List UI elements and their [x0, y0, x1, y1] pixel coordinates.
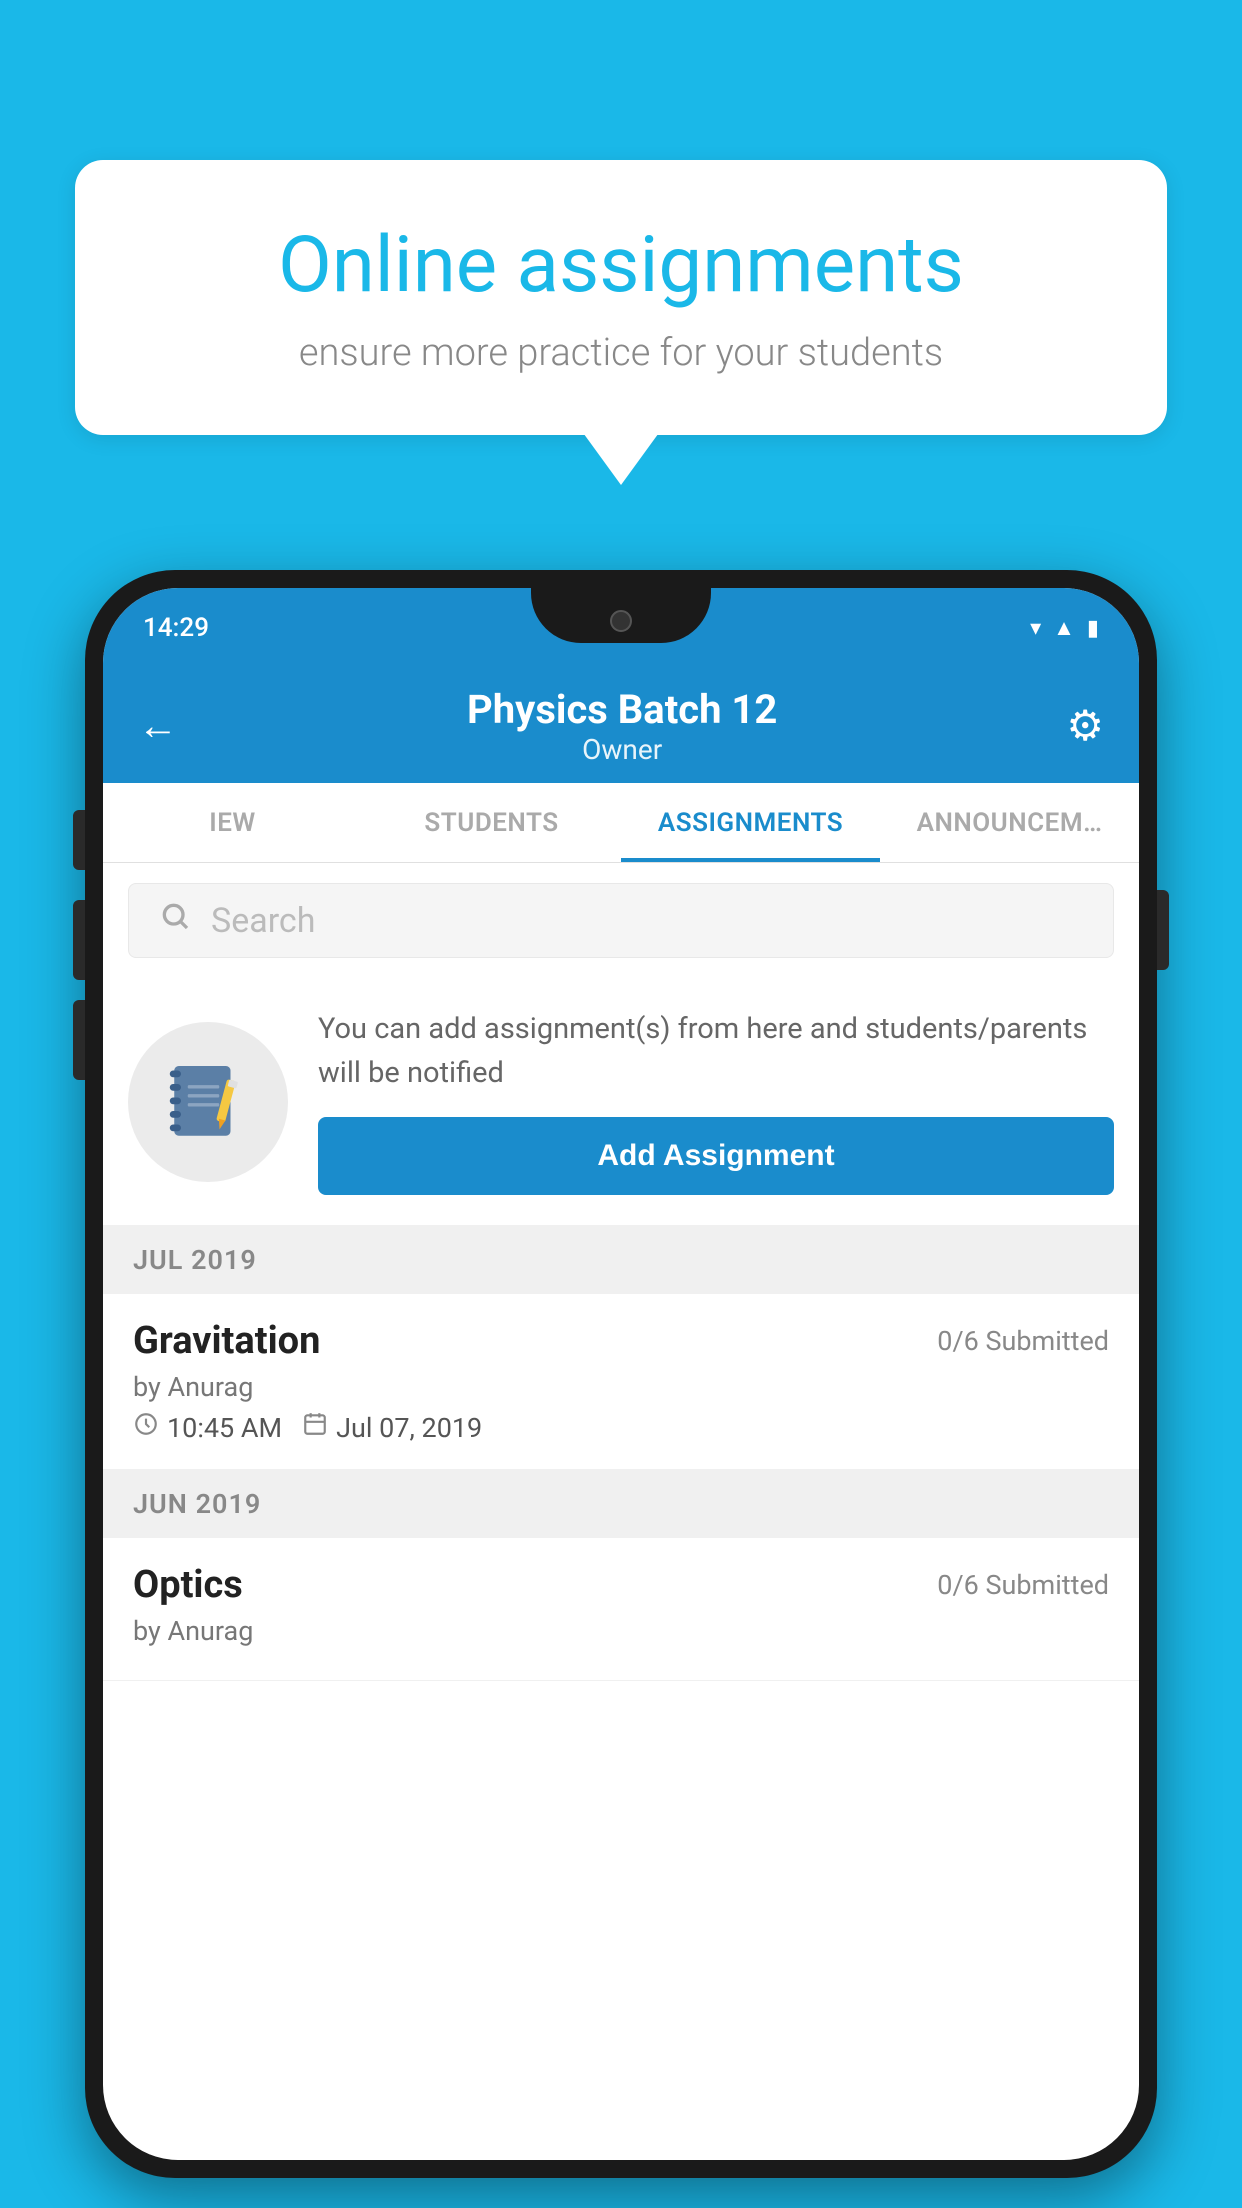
tab-assignments[interactable]: ASSIGNMENTS — [621, 783, 880, 862]
wifi-icon: ▾ — [1030, 616, 1041, 641]
phone-outer: 14:29 ▾ ▲ ▮ ← Physics Batch 12 — [85, 570, 1157, 2178]
assignment-name-optics: Optics — [133, 1563, 243, 1607]
app-header: ← Physics Batch 12 Owner ⚙ — [103, 668, 1139, 783]
volume-up-button — [73, 810, 85, 870]
add-assignment-button[interactable]: Add Assignment — [318, 1117, 1114, 1195]
section-header-jun: JUN 2019 — [103, 1470, 1139, 1538]
assignment-by: by Anurag — [133, 1371, 1109, 1403]
search-bar[interactable]: Search — [128, 883, 1114, 958]
phone-screen: 14:29 ▾ ▲ ▮ ← Physics Batch 12 — [103, 588, 1139, 2160]
tab-announcements[interactable]: ANNOUNCEM… — [880, 783, 1139, 862]
notebook-icon-circle — [128, 1022, 288, 1182]
assignment-item-optics[interactable]: Optics 0/6 Submitted by Anurag — [103, 1538, 1139, 1681]
speech-bubble-container: Online assignments ensure more practice … — [75, 160, 1167, 435]
status-time: 14:29 — [143, 613, 209, 643]
search-icon — [159, 900, 191, 941]
info-card-text: You can add assignment(s) from here and … — [318, 1008, 1114, 1095]
header-subtitle: Owner — [467, 733, 777, 766]
signal-icon: ▲ — [1053, 615, 1075, 641]
settings-button[interactable]: ⚙ — [1066, 701, 1104, 751]
status-bar: 14:29 ▾ ▲ ▮ — [103, 588, 1139, 668]
assignment-row1: Gravitation 0/6 Submitted — [133, 1319, 1109, 1363]
search-placeholder: Search — [211, 901, 315, 941]
volume-down-button — [73, 900, 85, 980]
section-header-jul: JUL 2019 — [103, 1226, 1139, 1294]
notebook-icon — [163, 1057, 253, 1147]
calendar-icon — [302, 1411, 328, 1444]
assignment-date: Jul 07, 2019 — [336, 1412, 482, 1444]
meta-date: Jul 07, 2019 — [302, 1411, 482, 1444]
tabs-container: IEW STUDENTS ASSIGNMENTS ANNOUNCEM… — [103, 783, 1139, 863]
status-icons: ▾ ▲ ▮ — [1030, 615, 1099, 641]
header-title: Physics Batch 12 — [467, 686, 777, 733]
speech-bubble-title: Online assignments — [145, 220, 1097, 311]
speech-bubble-subtitle: ensure more practice for your students — [145, 331, 1097, 375]
phone-container: 14:29 ▾ ▲ ▮ ← Physics Batch 12 — [85, 570, 1157, 2178]
tab-overview[interactable]: IEW — [103, 783, 362, 862]
back-button[interactable]: ← — [138, 702, 178, 749]
search-container: Search — [103, 863, 1139, 978]
assignment-by-optics: by Anurag — [133, 1615, 1109, 1647]
power-button — [1157, 890, 1169, 970]
assignment-submitted-optics: 0/6 Submitted — [937, 1569, 1109, 1601]
battery-icon: ▮ — [1087, 616, 1099, 641]
info-card-right: You can add assignment(s) from here and … — [318, 1008, 1114, 1195]
phone-notch — [531, 588, 711, 643]
assignment-item-gravitation[interactable]: Gravitation 0/6 Submitted by Anurag 10:4… — [103, 1294, 1139, 1470]
assignment-name: Gravitation — [133, 1319, 320, 1363]
speech-bubble: Online assignments ensure more practice … — [75, 160, 1167, 435]
meta-time: 10:45 AM — [133, 1411, 282, 1444]
info-card: You can add assignment(s) from here and … — [103, 978, 1139, 1226]
assignment-meta: 10:45 AM Jul 07, 2019 — [133, 1411, 1109, 1444]
assignment-row1-optics: Optics 0/6 Submitted — [133, 1563, 1109, 1607]
assignment-time: 10:45 AM — [167, 1412, 282, 1444]
silent-button — [73, 1000, 85, 1080]
front-camera — [610, 610, 632, 632]
tab-students[interactable]: STUDENTS — [362, 783, 621, 862]
clock-icon — [133, 1411, 159, 1444]
header-center: Physics Batch 12 Owner — [467, 686, 777, 766]
assignment-submitted: 0/6 Submitted — [937, 1325, 1109, 1357]
